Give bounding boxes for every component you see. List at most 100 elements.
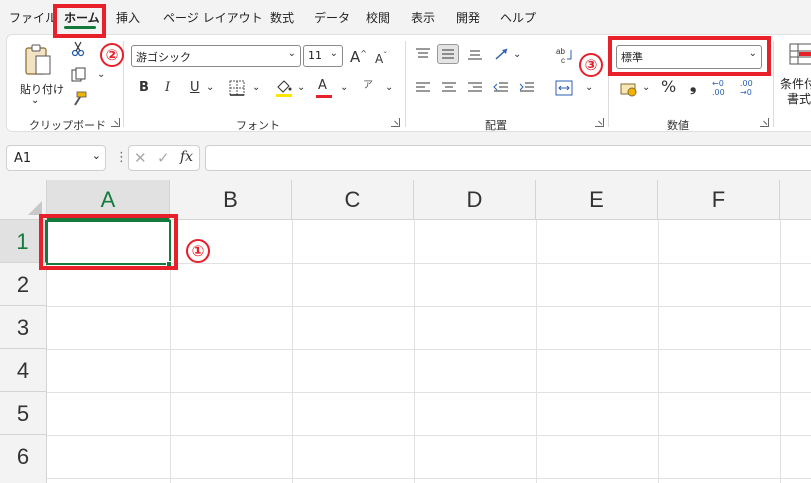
cut-icon[interactable] (71, 41, 85, 57)
font-color-dropdown-chevron-icon[interactable]: ⌄ (340, 81, 348, 95)
tab-formulas[interactable]: 数式 (270, 9, 294, 26)
insert-function-button[interactable]: fx (180, 149, 193, 165)
conditional-formatting-button[interactable]: 条件付 書式 (777, 41, 811, 111)
fill-color-icon[interactable] (275, 79, 293, 97)
tab-help[interactable]: ヘルプ (500, 9, 536, 26)
font-name-combo[interactable]: 游ゴシック ⌄ (131, 45, 301, 67)
borders-dropdown-chevron-icon[interactable]: ⌄ (252, 81, 260, 95)
bold-button[interactable]: B (139, 81, 149, 95)
currency-format-icon[interactable] (620, 81, 638, 97)
fill-color-dropdown-chevron-icon[interactable]: ⌄ (297, 81, 305, 95)
gridline (47, 349, 811, 350)
tab-insert[interactable]: 挿入 (116, 9, 140, 26)
font-size-value: 11 (308, 49, 322, 62)
font-color-swatch (316, 95, 332, 98)
annotation-marker-3: ③ (579, 53, 603, 77)
phonetic-guide-button[interactable]: ア (363, 79, 373, 93)
font-launcher-icon[interactable] (391, 118, 400, 127)
gridline (292, 220, 293, 483)
phonetic-dropdown-chevron-icon[interactable]: ⌄ (385, 81, 393, 95)
annotation-marker-2: ② (100, 43, 124, 67)
decrease-decimal-button[interactable]: .00 →0 (740, 79, 753, 97)
column-header-d[interactable]: D (414, 180, 536, 220)
chevron-down-icon: ⌄ (287, 48, 296, 59)
row-header-6[interactable]: 6 (0, 435, 47, 483)
format-painter-icon[interactable] (71, 91, 87, 107)
underline-button[interactable]: U (190, 81, 200, 95)
formula-input[interactable] (205, 145, 811, 171)
column-header-b[interactable]: B (170, 180, 292, 220)
clipboard-launcher-icon[interactable] (111, 118, 120, 127)
tab-view[interactable]: 表示 (411, 9, 435, 26)
formula-buttons: ✕ ✓ fx (128, 145, 200, 171)
font-color-button[interactable]: A (316, 79, 332, 98)
gridline (658, 220, 659, 483)
tab-developer[interactable]: 開発 (456, 9, 480, 26)
percent-button[interactable]: % (661, 79, 676, 95)
currency-dropdown-chevron-icon[interactable]: ⌄ (642, 81, 650, 95)
increase-decimal-icon: .00 (712, 88, 725, 97)
merge-center-icon[interactable] (555, 79, 573, 97)
copy-dropdown-chevron-icon[interactable]: ⌄ (97, 68, 105, 82)
paste-dropdown-chevron-icon[interactable]: ⌄ (31, 95, 39, 106)
gridline (47, 306, 811, 307)
column-header-e[interactable]: E (536, 180, 658, 220)
gridline (414, 220, 415, 483)
column-header-c[interactable]: C (292, 180, 414, 220)
grow-font-button[interactable]: A^ (350, 47, 367, 65)
tab-page-layout[interactable]: ページ レイアウト (163, 9, 263, 26)
column-header-g[interactable] (780, 180, 811, 220)
svg-text:c: c (561, 56, 565, 65)
tab-data[interactable]: データ (314, 9, 350, 26)
gridline (780, 220, 781, 483)
name-box[interactable]: A1 ⌄ (6, 145, 106, 171)
enter-check-icon[interactable]: ✓ (157, 149, 170, 167)
italic-button[interactable]: I (165, 81, 170, 95)
clipboard-icon (25, 44, 51, 75)
gridline (47, 392, 811, 393)
chevron-down-icon: ⌄ (329, 48, 338, 59)
increase-indent-icon[interactable] (519, 81, 535, 95)
decrease-decimal-icon: .00 (740, 79, 753, 88)
align-middle-button[interactable] (437, 44, 459, 64)
alignment-launcher-icon[interactable] (595, 118, 604, 127)
align-bottom-icon[interactable] (467, 47, 483, 61)
shrink-font-button[interactable]: Aˇ (375, 49, 387, 66)
annotation-box-cell-a1 (39, 214, 178, 270)
column-header-f[interactable]: F (658, 180, 780, 220)
orientation-icon[interactable] (493, 46, 511, 62)
number-group-label: 数値 (667, 119, 689, 132)
more-options-icon[interactable]: ⋮ (115, 150, 128, 165)
merge-dropdown-chevron-icon[interactable]: ⌄ (585, 81, 593, 95)
align-left-icon[interactable] (415, 81, 431, 95)
paste-label: 貼り付け (20, 83, 64, 96)
comma-style-button[interactable]: ❟ (690, 78, 696, 94)
underline-dropdown-chevron-icon[interactable]: ⌄ (206, 81, 214, 95)
row-header-5[interactable]: 5 (0, 392, 47, 435)
cancel-icon[interactable]: ✕ (134, 149, 147, 167)
clipboard-group-label: クリップボード (29, 119, 106, 132)
align-top-icon[interactable] (415, 47, 431, 61)
align-right-icon[interactable] (467, 81, 483, 95)
align-middle-icon (442, 49, 454, 59)
copy-icon[interactable] (71, 67, 87, 83)
font-name-value: 游ゴシック (136, 51, 191, 64)
tab-file[interactable]: ファイル (9, 9, 57, 26)
row-header-4[interactable]: 4 (0, 349, 47, 392)
align-center-icon[interactable] (441, 81, 457, 95)
orientation-dropdown-chevron-icon[interactable]: ⌄ (513, 48, 521, 62)
row-header-3[interactable]: 3 (0, 306, 47, 349)
paste-button[interactable]: 貼り付け ⌄ (15, 41, 64, 109)
tab-review[interactable]: 校閲 (366, 9, 390, 26)
wrap-text-icon[interactable]: abc (555, 45, 575, 65)
chevron-down-icon: ⌄ (91, 149, 101, 162)
svg-text:ab: ab (556, 47, 565, 56)
increase-decimal-button[interactable]: ←0.00 (712, 79, 725, 97)
annotation-marker-1: ① (186, 239, 210, 263)
decrease-indent-icon[interactable] (493, 81, 509, 95)
borders-icon[interactable] (229, 80, 245, 96)
font-size-combo[interactable]: 11 ⌄ (303, 45, 343, 67)
conditional-formatting-icon (789, 43, 811, 65)
number-launcher-icon[interactable] (760, 118, 769, 127)
conditional-label-2: 書式 (787, 92, 811, 106)
